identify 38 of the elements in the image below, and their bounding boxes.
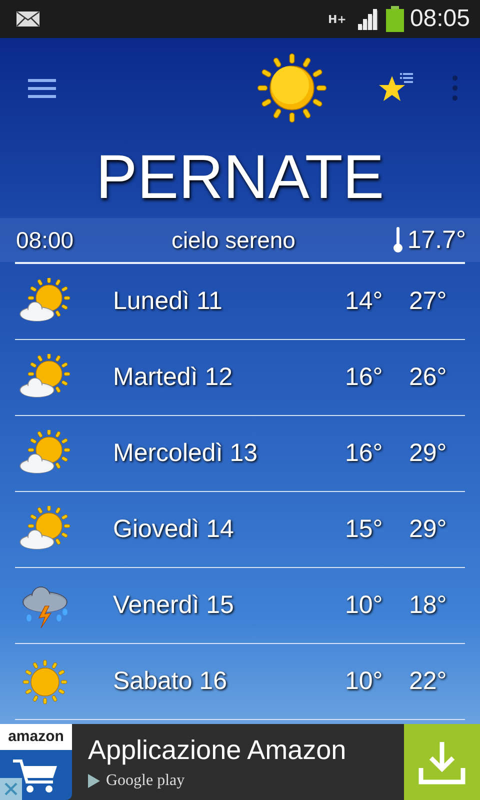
- max-temperature: 29°: [409, 439, 448, 468]
- forecast-day: Sabato 16: [113, 667, 345, 696]
- status-time: 08:05: [410, 5, 470, 33]
- min-temperature: 10°: [345, 667, 384, 696]
- forecast-day: Venerdì 15: [113, 591, 345, 620]
- min-temperature: 10°: [345, 591, 384, 620]
- thermometer-icon: [393, 227, 404, 253]
- min-temperature: 14°: [345, 287, 384, 316]
- forecast-day: Giovedì 14: [113, 515, 345, 544]
- logo-wordmark: amazon: [0, 724, 72, 750]
- signal-icon: [356, 8, 380, 30]
- max-temperature: 26°: [409, 363, 448, 392]
- max-temperature: 29°: [409, 515, 448, 544]
- current-temperature: 17.7°: [407, 226, 466, 254]
- close-icon[interactable]: [0, 778, 22, 800]
- max-temperature: 18°: [409, 591, 448, 620]
- battery-icon: [386, 6, 404, 32]
- current-condition: cielo sereno: [171, 226, 296, 254]
- current-time: 08:00: [16, 226, 74, 254]
- min-temperature: 15°: [345, 515, 384, 544]
- min-temperature: 16°: [345, 439, 384, 468]
- forecast-day: Martedì 12: [113, 363, 345, 392]
- mail-icon: [16, 11, 40, 27]
- forecast-day: Lunedì 11: [113, 287, 345, 316]
- play-store-icon: [88, 774, 100, 788]
- menu-icon[interactable]: [28, 77, 56, 99]
- max-temperature: 22°: [409, 667, 448, 696]
- forecast-day: Mercoledì 13: [113, 439, 345, 468]
- min-temperature: 16°: [345, 363, 384, 392]
- city-name: PERNATE: [94, 142, 386, 214]
- download-button[interactable]: [404, 724, 480, 800]
- more-icon[interactable]: [452, 75, 458, 101]
- network-type: H+: [328, 12, 348, 26]
- ad-title: Applicazione Amazon: [88, 734, 348, 766]
- ad-banner[interactable]: amazon Applicazione Amazon Google play: [0, 724, 480, 800]
- max-temperature: 27°: [409, 287, 448, 316]
- favorites-icon[interactable]: [378, 72, 414, 104]
- store-name: Google play: [106, 772, 185, 790]
